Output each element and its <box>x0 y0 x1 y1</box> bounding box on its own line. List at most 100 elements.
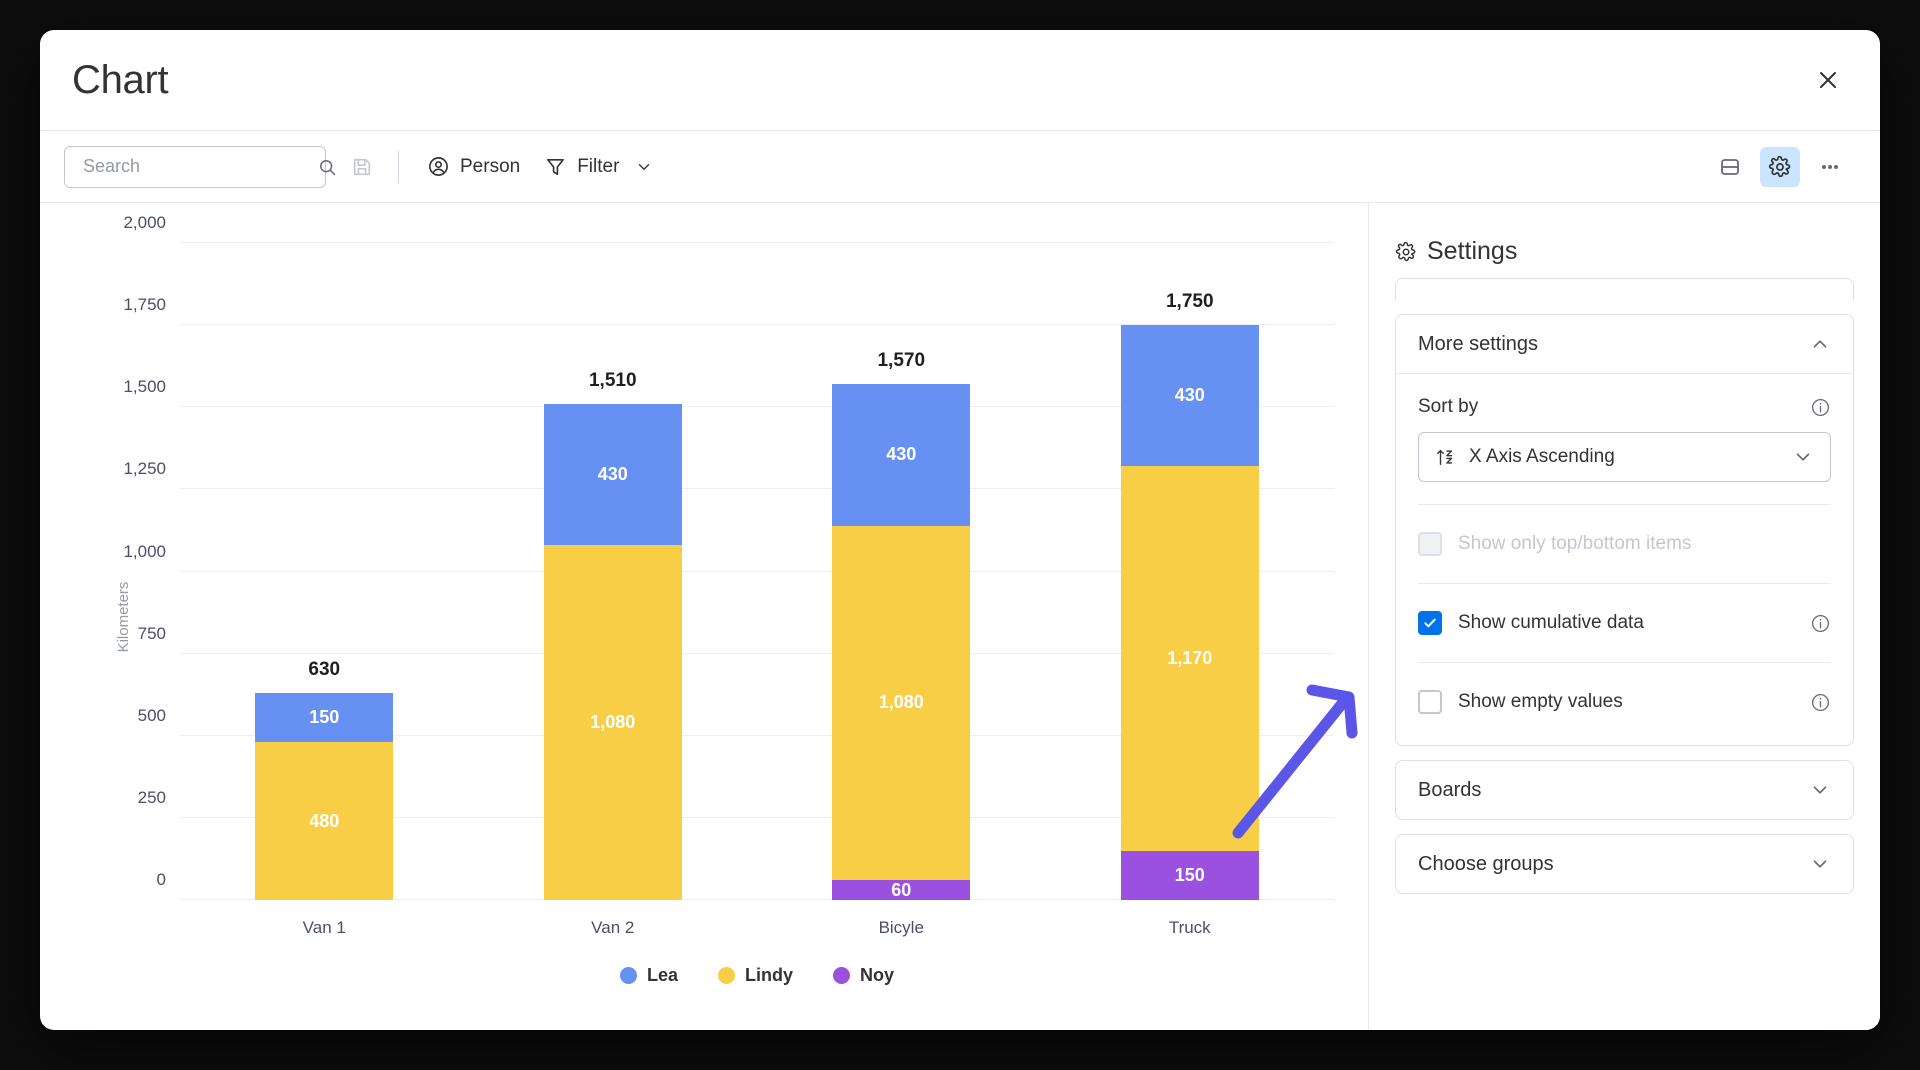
bar-stack[interactable]: 1,570 430 1,080 60 Bicyle <box>832 350 971 937</box>
y-axis-tick-label: 2,000 <box>123 213 166 232</box>
bar-stack[interactable]: 1,750 430 1,170 150 Truck <box>1120 291 1259 937</box>
bar-segment[interactable]: 1,080 <box>832 525 971 881</box>
settings-gear-icon[interactable] <box>1760 146 1800 187</box>
search-icon <box>317 157 337 177</box>
show-cumulative-data-row[interactable]: Show cumulative data <box>1418 606 1831 640</box>
plot-area: 0 250 500 750 1,000 1,250 1,500 1,750 2,000 630 1… <box>123 213 1335 937</box>
bar-segment[interactable]: 480 <box>255 742 394 900</box>
chevron-down-icon <box>1809 779 1831 801</box>
more-settings-header[interactable]: More settings <box>1396 315 1853 373</box>
y-axis-tick-label: 250 <box>137 787 166 807</box>
settings-header: Settings <box>1395 237 1854 266</box>
choose-groups-label: Choose groups <box>1418 852 1554 875</box>
bar-segment[interactable]: 60 <box>832 880 971 900</box>
info-icon[interactable] <box>1810 397 1831 418</box>
legend-item[interactable]: Noy <box>833 965 894 986</box>
more-settings-body: Sort by X Axis Ascending Show only top/b… <box>1396 373 1853 745</box>
y-axis-title: Kilometers <box>114 581 132 652</box>
save-button[interactable] <box>342 147 382 187</box>
bar-group: 630 150 480 Van 1 1,510 430 1,080 Van 2 1,570 430… <box>180 243 1335 937</box>
legend-color-dot <box>619 967 637 984</box>
legend-label: Lea <box>646 965 678 985</box>
divider <box>1418 583 1831 584</box>
bar-column: 1,750 430 1,170 150 Truck <box>1046 243 1335 937</box>
bar-column: 1,570 430 1,080 60 Bicyle <box>757 243 1046 937</box>
sort-ascending-az-icon <box>1435 446 1457 468</box>
chart-pane: Kilometers 0 250 500 750 1,000 1,250 1,500 1,75… <box>40 203 1369 1030</box>
legend-color-dot <box>833 967 850 984</box>
bar-segment[interactable]: 430 <box>543 403 682 546</box>
person-filter-button[interactable]: Person <box>415 147 532 187</box>
scrolled-section-above <box>1395 278 1854 300</box>
filter-button[interactable]: Filter <box>532 147 665 187</box>
chevron-down-icon <box>635 158 653 176</box>
y-axis-tick-label: 1,750 <box>123 295 166 315</box>
show-top-bottom-items-checkbox[interactable] <box>1418 532 1442 556</box>
y-axis-tick-label: 750 <box>137 623 166 643</box>
filter-icon <box>544 155 567 178</box>
y-axis-tick-label: 1,000 <box>123 541 166 561</box>
show-empty-values-label: Show empty values <box>1458 691 1623 712</box>
bar-segment[interactable]: 150 <box>1120 850 1259 900</box>
close-icon[interactable] <box>1806 58 1850 102</box>
chevron-down-icon <box>1792 446 1814 468</box>
x-axis-tick-label: Truck <box>1168 918 1211 937</box>
choose-groups-header[interactable]: Choose groups <box>1396 835 1853 893</box>
boards-header[interactable]: Boards <box>1396 761 1853 819</box>
filter-label: Filter <box>577 155 620 177</box>
bar-total-label: 630 <box>308 659 341 681</box>
show-top-bottom-items-label: Show only top/bottom items <box>1458 533 1692 554</box>
show-empty-values-checkbox[interactable] <box>1418 690 1442 714</box>
x-axis-tick-label: Van 1 <box>302 918 346 937</box>
bar-segment[interactable]: 430 <box>832 384 971 526</box>
search-input[interactable] <box>64 145 336 188</box>
toolbar-divider <box>398 150 399 183</box>
chart-toolbar: Person Filter <box>40 130 1880 203</box>
legend-color-dot <box>718 967 735 984</box>
page-title: Chart <box>72 57 169 102</box>
bar-stack[interactable]: 1,510 430 1,080 Van 2 <box>543 370 682 937</box>
bar-total-label: 1,510 <box>588 369 637 391</box>
person-label: Person <box>460 155 521 177</box>
bar-segment[interactable]: 150 <box>255 693 394 743</box>
legend-item[interactable]: Lindy <box>718 965 793 986</box>
x-axis-tick-label: Bicyle <box>878 918 924 937</box>
chevron-up-icon <box>1809 333 1831 355</box>
y-axis-tick-label: 500 <box>137 705 166 725</box>
show-cumulative-data-label: Show cumulative data <box>1458 612 1644 633</box>
split-view-icon[interactable] <box>1710 147 1750 187</box>
screen: Chart Search Person Filter Kilometers 0 … <box>0 0 1920 1070</box>
person-icon <box>427 155 450 178</box>
bar-stack[interactable]: 630 150 480 Van 1 <box>255 659 394 937</box>
divider <box>1418 662 1831 663</box>
info-icon[interactable] <box>1810 692 1831 713</box>
bar-segment[interactable]: 430 <box>1120 325 1259 467</box>
chevron-down-icon <box>1809 853 1831 875</box>
legend-label: Noy <box>860 965 895 985</box>
legend-label: Lindy <box>745 965 793 985</box>
boards-label: Boards <box>1418 778 1482 801</box>
bar-segment[interactable]: 1,080 <box>543 545 682 900</box>
modal-titlebar: Chart <box>40 30 1880 130</box>
sort-by-label: Sort by <box>1418 396 1479 417</box>
info-icon[interactable] <box>1810 613 1831 634</box>
chart-modal: Chart Search Person Filter Kilometers 0 … <box>40 30 1880 1030</box>
show-cumulative-data-checkbox[interactable] <box>1418 611 1442 635</box>
bar-column: 630 150 480 Van 1 <box>180 243 469 937</box>
bar-column: 1,510 430 1,080 Van 2 <box>469 243 758 937</box>
boards-section: Boards <box>1395 760 1854 820</box>
bar-segment[interactable]: 1,170 <box>1120 466 1259 851</box>
more-settings-label: More settings <box>1418 332 1539 355</box>
more-settings-section: More settings Sort by X Axis Ascending S… <box>1395 314 1854 746</box>
more-horizontal-icon[interactable] <box>1810 147 1850 187</box>
chart-legend: Lea Lindy Noy <box>180 965 1334 986</box>
settings-panel: Settings More settings Sort by X Axis As… <box>1369 203 1880 1030</box>
choose-groups-section: Choose groups <box>1395 834 1854 894</box>
sort-by-select[interactable]: X Axis Ascending <box>1418 432 1831 482</box>
search-field[interactable] <box>81 155 317 178</box>
y-axis-tick-label: 0 <box>156 870 166 889</box>
sort-by-value: X Axis Ascending <box>1469 446 1615 467</box>
show-top-bottom-items-row[interactable]: Show only top/bottom items <box>1418 527 1831 561</box>
legend-item[interactable]: Lea <box>619 965 678 986</box>
show-empty-values-row[interactable]: Show empty values <box>1418 685 1831 719</box>
